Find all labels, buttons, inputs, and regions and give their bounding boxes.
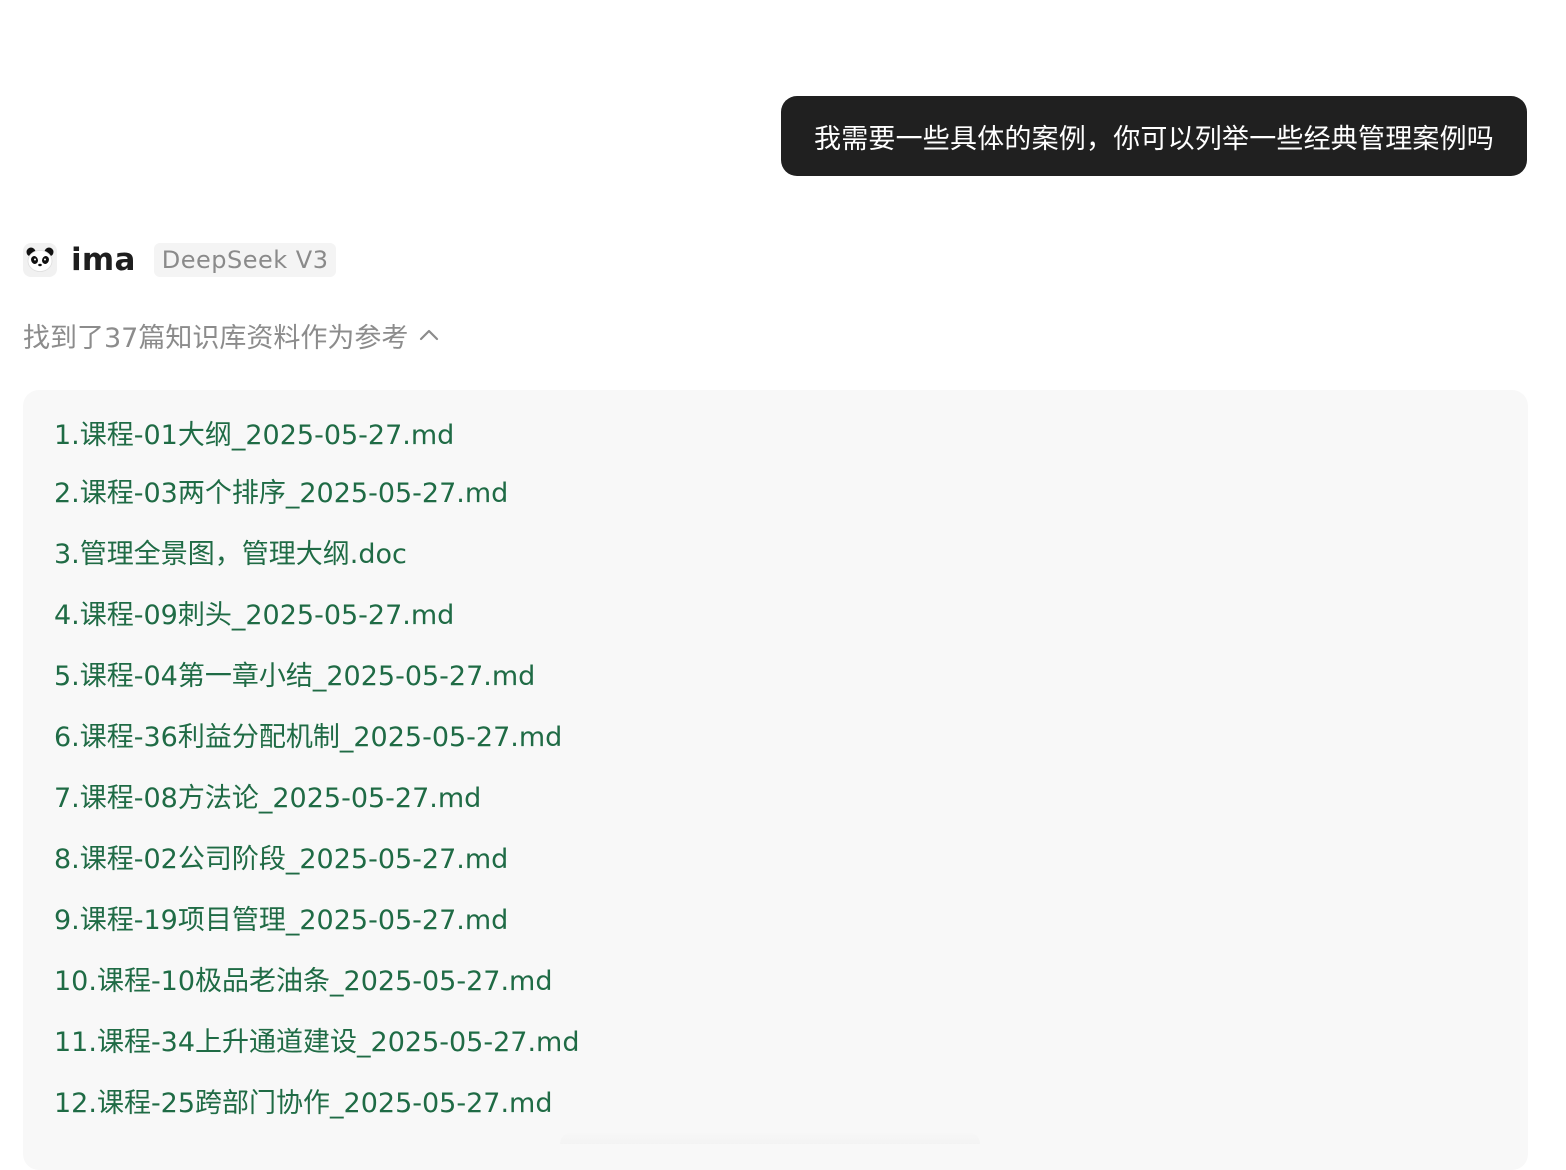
reference-link[interactable]: 11.课程-34上升通道建设_2025-05-27.md <box>54 1020 579 1059</box>
reference-item[interactable]: 5.课程-04第一章小结_2025-05-27.md <box>54 643 1528 704</box>
chevron-up-icon <box>418 327 440 343</box>
reference-item[interactable]: 10.课程-10极品老油条_2025-05-27.md <box>54 948 1528 1009</box>
reference-link[interactable]: 5.课程-04第一章小结_2025-05-27.md <box>54 654 535 693</box>
user-message-bubble: 我需要一些具体的案例，你可以列举一些经典管理案例吗 <box>781 96 1527 176</box>
assistant-header: ima DeepSeek V3 <box>23 238 337 282</box>
reference-item[interactable]: 4.课程-09刺头_2025-05-27.md <box>54 582 1528 643</box>
references-card: 1.课程-01大纲_2025-05-27.md 2.课程-03两个排序_2025… <box>23 390 1528 1170</box>
reference-link[interactable]: 8.课程-02公司阶段_2025-05-27.md <box>54 837 508 876</box>
reference-link[interactable]: 2.课程-03两个排序_2025-05-27.md <box>54 471 508 510</box>
reference-item[interactable]: 7.课程-08方法论_2025-05-27.md <box>54 765 1528 826</box>
reference-item[interactable]: 9.课程-19项目管理_2025-05-27.md <box>54 887 1528 948</box>
reference-item[interactable]: 11.课程-34上升通道建设_2025-05-27.md <box>54 1009 1528 1070</box>
references-list: 1.课程-01大纲_2025-05-27.md 2.课程-03两个排序_2025… <box>54 404 1528 1131</box>
reference-link[interactable]: 4.课程-09刺头_2025-05-27.md <box>54 593 454 632</box>
reference-item[interactable]: 3.管理全景图，管理大纲.doc <box>54 521 1528 582</box>
reference-item[interactable]: 2.课程-03两个排序_2025-05-27.md <box>54 460 1528 521</box>
reference-link[interactable]: 3.管理全景图，管理大纲.doc <box>54 532 407 571</box>
reference-link[interactable]: 7.课程-08方法论_2025-05-27.md <box>54 776 481 815</box>
reference-link[interactable]: 9.课程-19项目管理_2025-05-27.md <box>54 898 508 937</box>
reference-link[interactable]: 6.课程-36利益分配机制_2025-05-27.md <box>54 715 562 754</box>
model-badge: DeepSeek V3 <box>153 243 337 277</box>
assistant-name: ima <box>71 242 136 278</box>
reference-item[interactable]: 12.课程-25跨部门协作_2025-05-27.md <box>54 1070 1528 1131</box>
reference-item[interactable]: 6.课程-36利益分配机制_2025-05-27.md <box>54 704 1528 765</box>
bottom-fade <box>560 1132 980 1144</box>
reference-item[interactable]: 1.课程-01大纲_2025-05-27.md <box>54 404 1528 460</box>
reference-link[interactable]: 12.课程-25跨部门协作_2025-05-27.md <box>54 1081 552 1120</box>
reference-link[interactable]: 1.课程-01大纲_2025-05-27.md <box>54 413 454 452</box>
reference-link[interactable]: 10.课程-10极品老油条_2025-05-27.md <box>54 959 552 998</box>
user-message-text: 我需要一些具体的案例，你可以列举一些经典管理案例吗 <box>814 123 1494 155</box>
references-summary: 找到了37篇知识库资料作为参考 <box>23 322 409 354</box>
reference-item[interactable]: 8.课程-02公司阶段_2025-05-27.md <box>54 826 1528 887</box>
references-toggle[interactable]: 找到了37篇知识库资料作为参考 <box>23 316 440 354</box>
panda-icon <box>23 243 57 277</box>
